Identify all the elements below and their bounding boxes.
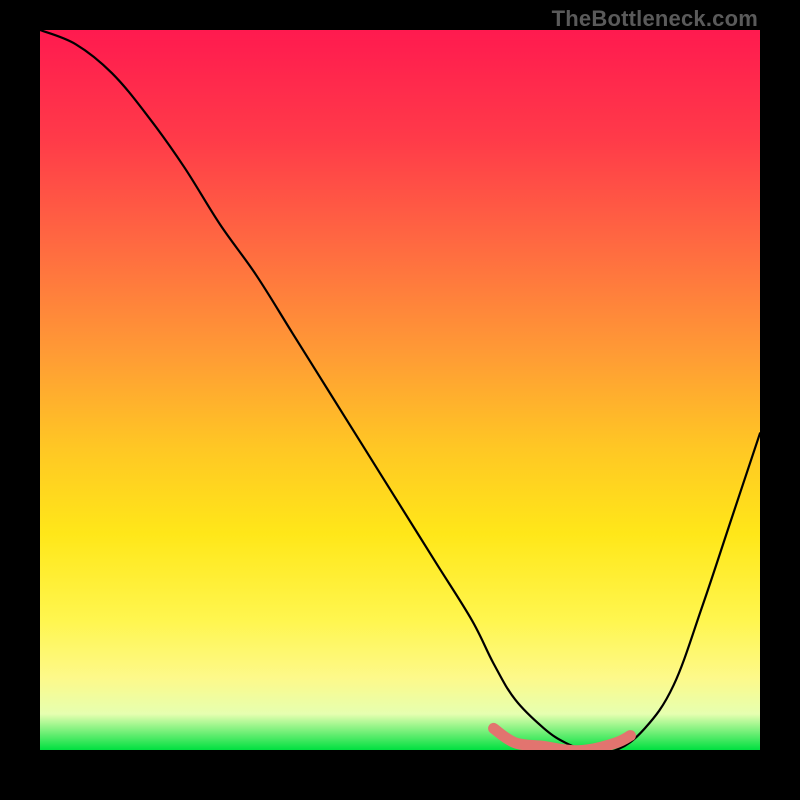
watermark-text: TheBottleneck.com xyxy=(552,6,758,32)
highlight-segment xyxy=(494,728,631,750)
bottleneck-curve xyxy=(40,30,760,750)
chart-svg xyxy=(40,30,760,750)
plot-area xyxy=(40,30,760,750)
chart-container: TheBottleneck.com xyxy=(0,0,800,800)
